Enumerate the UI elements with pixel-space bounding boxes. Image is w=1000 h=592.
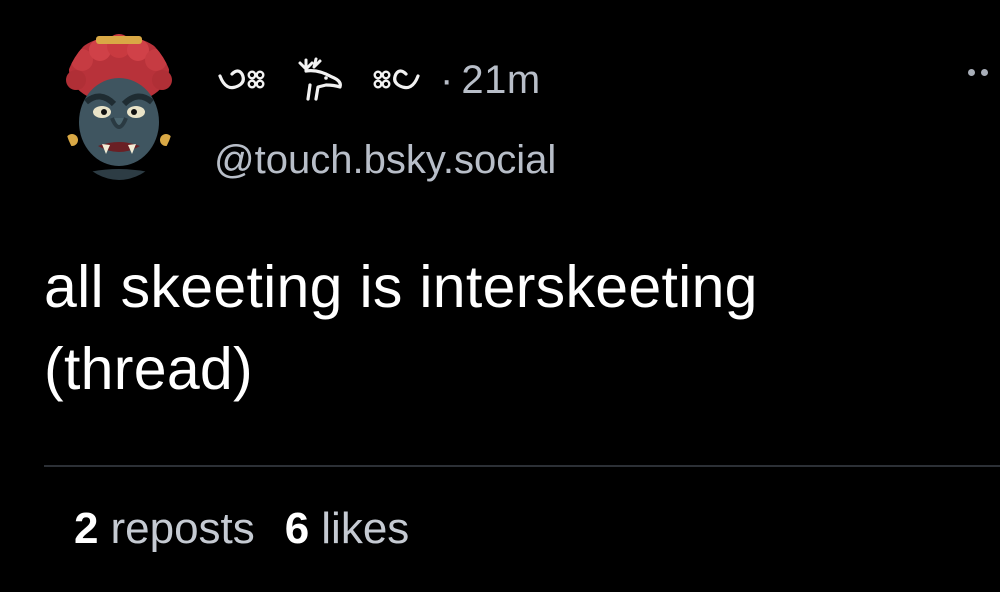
likes-label: likes [321,504,410,553]
post-timestamp[interactable]: 21m [461,58,540,103]
likes-count: 6 [284,504,310,553]
avatar[interactable] [62,30,176,180]
ornament-left-icon [216,62,268,98]
deer-icon [292,57,346,103]
author-line: · 21m [216,52,541,108]
more-dot-icon [968,68,975,76]
more-options-button[interactable] [968,52,1000,92]
post-stats: 2 reposts 6 likes [74,504,439,554]
post-body: all skeeting is interskeeting (thread) [44,254,758,402]
more-dot-icon [981,68,988,76]
likes-stat[interactable]: 6 likes [285,504,410,554]
ornament-right-icon [370,62,422,98]
demon-mask-avatar [62,30,176,180]
reposts-label: reposts [110,504,255,553]
author-handle[interactable]: @touch.bsky.social [214,138,556,183]
meta-separator: · [440,57,454,102]
display-name[interactable] [216,57,422,103]
divider [44,465,1000,467]
reposts-stat[interactable]: 2 reposts [74,504,255,554]
post-detail: · 21m @touch.bsky.social all skeeting is… [0,0,1000,592]
reposts-count: 2 [74,504,99,553]
